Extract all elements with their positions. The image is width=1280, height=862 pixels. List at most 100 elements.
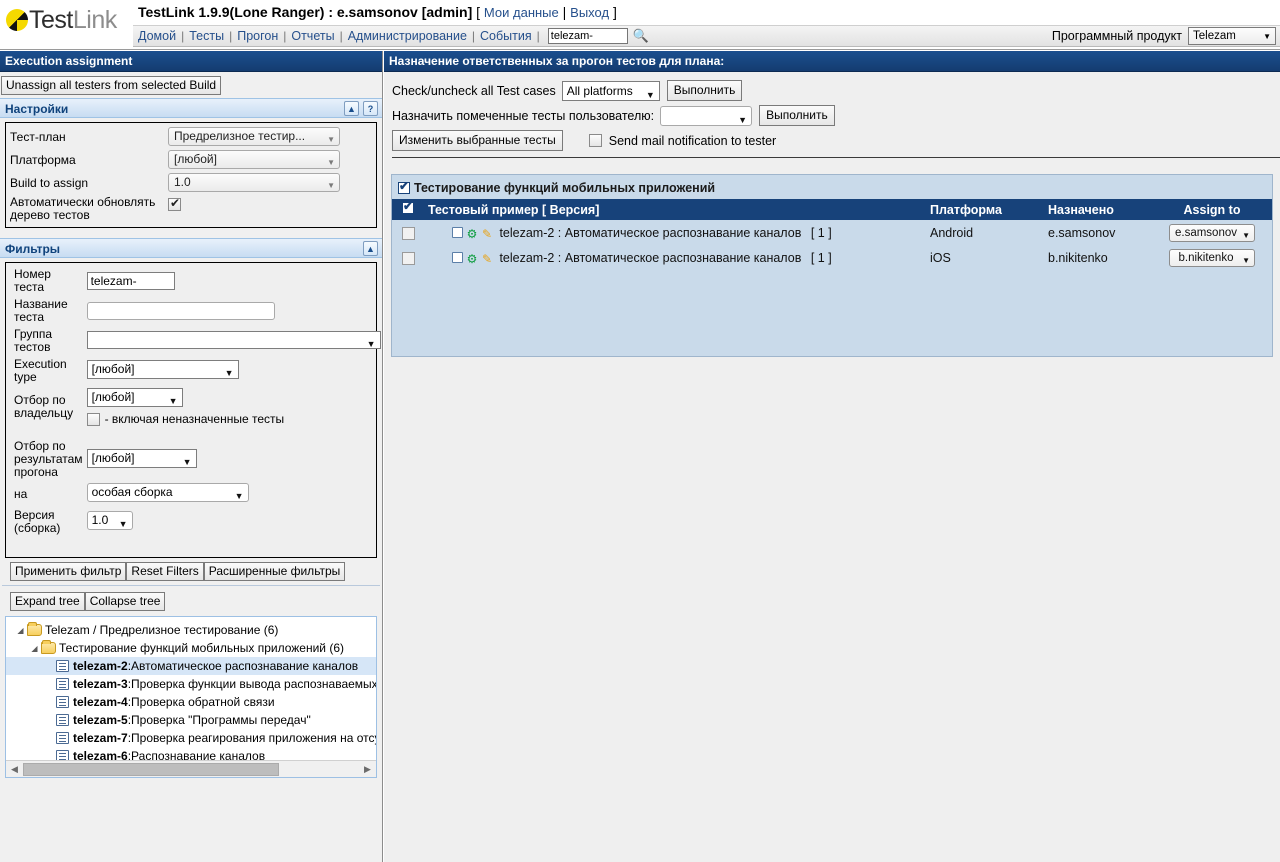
pencil-icon[interactable]: ✎ bbox=[481, 228, 493, 240]
tree-item-telezam-7[interactable]: telezam-7: Проверка реагирования приложен… bbox=[6, 729, 376, 747]
test-number-input[interactable] bbox=[86, 272, 175, 290]
logout-link[interactable]: Выход bbox=[570, 5, 609, 20]
assign-to-select[interactable]: e.samsonov ▼ bbox=[1169, 223, 1255, 242]
tree-item-name: Проверка реагирования приложения на отсу… bbox=[131, 731, 377, 745]
row-checkbox[interactable] bbox=[401, 251, 415, 265]
owner-label: Отбор по владельцу bbox=[14, 393, 74, 420]
owner-value: [любой] bbox=[91, 390, 135, 404]
nav-item-execution[interactable]: Прогон bbox=[232, 29, 283, 43]
apply-filter-button[interactable]: Применить фильтр bbox=[10, 562, 127, 581]
tree-node-suite[interactable]: ◢ Тестирование функций мобильных приложе… bbox=[6, 639, 376, 657]
scrollbar-thumb[interactable] bbox=[23, 762, 279, 776]
version-select[interactable]: 1.0 ▼ bbox=[86, 511, 133, 530]
filter-row-result: Отбор по результатам прогона [любой] ▼ bbox=[12, 428, 382, 481]
testcase-icon bbox=[56, 678, 69, 690]
product-label: Программный продукт bbox=[1051, 29, 1182, 43]
tree-item-name: Автоматическое распознавание каналов bbox=[131, 659, 359, 673]
unassign-all-testers-button[interactable]: Unassign all testers from selected Build bbox=[1, 76, 222, 95]
doc-icon[interactable] bbox=[452, 251, 463, 263]
tree-item-id: telezam-3 bbox=[73, 677, 128, 691]
chevron-down-icon: ▼ bbox=[168, 396, 178, 406]
row-checkbox[interactable] bbox=[401, 226, 415, 240]
table-header-row: Тестовый пример [ Версия] Платформа Назн… bbox=[392, 199, 1272, 220]
tree-item-id: telezam-4 bbox=[73, 695, 128, 709]
version-value: 1.0 bbox=[91, 513, 109, 527]
auto-refresh-checkbox[interactable] bbox=[168, 196, 181, 211]
top-header: TestLink TestLink 1.9.9(Lone Ranger) : e… bbox=[0, 0, 1280, 50]
test-group-select[interactable]: ▼ bbox=[86, 330, 381, 349]
suite-checkbox[interactable] bbox=[398, 179, 410, 194]
row-testcase-cell: ⚙ ✎ telezam-2 : Автоматическое распознав… bbox=[424, 245, 926, 270]
tree-item-telezam-2[interactable]: telezam-2: Автоматическое распознавание к… bbox=[6, 657, 376, 675]
on-build-select[interactable]: особая сборка ▼ bbox=[86, 483, 249, 502]
right-panel-title: Назначение ответственных за прогон тесто… bbox=[384, 51, 1280, 72]
owner-select[interactable]: [любой] ▼ bbox=[86, 388, 183, 407]
settings-section-header: Настройки ▲ ? bbox=[0, 98, 382, 118]
pencil-icon[interactable]: ✎ bbox=[481, 253, 493, 265]
doc-icon[interactable] bbox=[452, 226, 463, 238]
nav-item-administration[interactable]: Администрирование bbox=[343, 29, 472, 43]
tree-item-telezam-4[interactable]: telezam-4: Проверка обратной связи bbox=[6, 693, 376, 711]
result-select[interactable]: [любой] ▼ bbox=[86, 448, 197, 468]
platform-filter-select[interactable]: All platforms ▼ bbox=[561, 80, 660, 101]
testplan-select[interactable]: Предрелизное тестир... ▼ bbox=[168, 127, 340, 146]
table-row[interactable]: ⚙ ✎ telezam-2 : Автоматическое распознав… bbox=[392, 220, 1272, 245]
bracket-close: ] bbox=[612, 4, 617, 20]
select-all-checkbox[interactable] bbox=[402, 199, 414, 214]
expander-icon[interactable]: ◢ bbox=[14, 626, 27, 635]
test-tree[interactable]: ◢ Telezam / Предрелизное тестирование (6… bbox=[5, 616, 377, 778]
assign-user-select[interactable]: ▼ bbox=[660, 105, 753, 126]
table-row[interactable]: ⚙ ✎ telezam-2 : Автоматическое распознав… bbox=[392, 245, 1272, 270]
testplan-select-value: Предрелизное тестир... bbox=[174, 129, 306, 143]
right-panel: Назначение ответственных за прогон тесто… bbox=[384, 51, 1280, 862]
tree-buttons-row: Expand tree Collapse tree bbox=[0, 586, 382, 616]
my-settings-link[interactable]: Мои данные bbox=[484, 5, 559, 20]
settings-collapse-icon[interactable]: ▲ bbox=[344, 101, 359, 116]
settings-section-title: Настройки bbox=[5, 102, 69, 116]
toolbar-divider bbox=[392, 157, 1280, 158]
tree-item-telezam-3[interactable]: telezam-3: Проверка функции вывода распоз… bbox=[6, 675, 376, 693]
nav-item-events[interactable]: События bbox=[475, 29, 537, 43]
scroll-left-arrow-icon[interactable]: ◀ bbox=[6, 764, 23, 775]
row-select-cell bbox=[392, 220, 424, 245]
send-mail-checkbox[interactable] bbox=[588, 134, 602, 147]
row-platform: Android bbox=[930, 225, 974, 240]
expander-icon[interactable]: ◢ bbox=[28, 644, 41, 653]
tree-node-root[interactable]: ◢ Telezam / Предрелизное тестирование (6… bbox=[6, 621, 376, 639]
expand-tree-button[interactable]: Expand tree bbox=[10, 592, 85, 611]
settings-help-icon[interactable]: ? bbox=[363, 101, 378, 116]
search-icon[interactable]: 🔍 bbox=[633, 28, 649, 44]
collapse-tree-button[interactable]: Collapse tree bbox=[84, 592, 166, 611]
nav-item-reports[interactable]: Отчеты bbox=[286, 29, 339, 43]
left-panel-title: Execution assignment bbox=[0, 51, 382, 72]
tree-horizontal-scrollbar[interactable]: ◀ ▶ bbox=[6, 760, 376, 777]
filters-collapse-icon[interactable]: ▲ bbox=[363, 241, 378, 256]
test-name-input[interactable] bbox=[86, 302, 275, 320]
nav-item-home[interactable]: Домой bbox=[133, 29, 181, 43]
title-pipe: | bbox=[562, 4, 567, 20]
nav-sep-6: | bbox=[536, 29, 540, 43]
include-unassigned-checkbox[interactable] bbox=[86, 412, 100, 426]
reset-filters-button[interactable]: Reset Filters bbox=[126, 562, 204, 581]
auto-refresh-label: Автоматически обновлять дерево тестов bbox=[10, 195, 156, 222]
execute-assign-user-button[interactable]: Выполнить bbox=[759, 105, 835, 126]
execution-type-select[interactable]: [любой] ▼ bbox=[86, 360, 239, 379]
chevron-down-icon: ▼ bbox=[224, 368, 234, 378]
product-select[interactable]: Telezam ▼ bbox=[1188, 27, 1276, 45]
build-to-assign-select[interactable]: 1.0 ▼ bbox=[168, 173, 340, 192]
gear-icon[interactable]: ⚙ bbox=[466, 228, 478, 240]
scrollbar-track[interactable] bbox=[23, 762, 359, 776]
gear-icon[interactable]: ⚙ bbox=[466, 253, 478, 265]
scroll-right-arrow-icon[interactable]: ▶ bbox=[359, 764, 376, 775]
left-panel: Execution assignment Unassign all tester… bbox=[0, 51, 383, 862]
execute-check-all-button[interactable]: Выполнить bbox=[666, 80, 743, 101]
search-input[interactable] bbox=[547, 28, 628, 44]
nav-item-tests[interactable]: Тесты bbox=[184, 29, 229, 43]
tree-item-telezam-5[interactable]: telezam-5: Проверка "Программы передач" bbox=[6, 711, 376, 729]
assignment-content-box: Тестирование функций мобильных приложени… bbox=[391, 174, 1273, 357]
tree-item-name: Проверка обратной связи bbox=[131, 695, 275, 709]
advanced-filters-button[interactable]: Расширенные фильтры bbox=[203, 562, 346, 581]
assign-to-select[interactable]: b.nikitenko ▼ bbox=[1169, 248, 1255, 267]
change-selected-tests-button[interactable]: Изменить выбранные тесты bbox=[392, 130, 563, 151]
platform-select[interactable]: [любой] ▼ bbox=[168, 150, 340, 169]
